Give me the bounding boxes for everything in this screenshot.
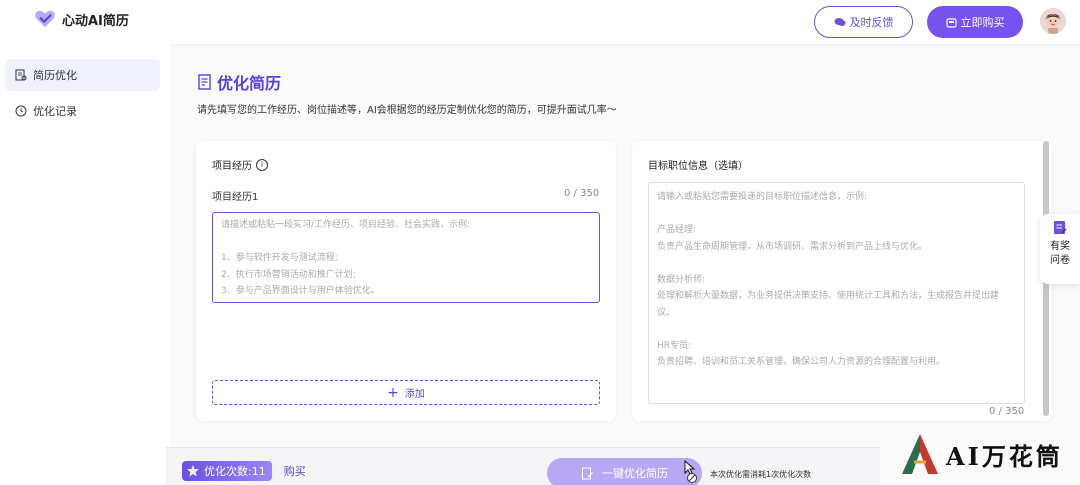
page-title: 优化简历 [197,70,281,94]
reward-line-2: 问卷 [1050,255,1070,266]
consumption-note: 本次优化需消耗1次优化次数 [710,470,812,479]
project-experience-input[interactable]: 请描述或粘贴一段实习/工作经历、项目经验、社会实践，示例: 1、参与软件开发与测… [212,212,600,303]
resume-title-icon [198,74,211,90]
reward-line-1: 有奖 [1050,241,1070,252]
add-experience-button[interactable]: + 添加 [212,380,600,405]
survey-icon [1054,221,1067,234]
quota-buy-link[interactable]: 购买 [284,463,306,479]
chat-icon [834,18,845,26]
buy-now-label: 立即购买 [960,16,1005,29]
quota-badge: 优化次数:11 [182,461,272,481]
shopping-icon [945,17,957,28]
buy-now-button[interactable]: 立即购买 [927,6,1023,38]
app-logo[interactable]: 心动AI简历 [34,9,129,29]
sidebar-item-label: 优化记录 [33,105,77,118]
card-heading: 项目经历 i [212,157,268,172]
survey-reward-button[interactable]: 有奖 问卷 [1040,214,1080,284]
project-experience-card: 项目经历 i 项目经历1 0 / 350 请描述或粘贴一段实习/工作经历、项目经… [196,141,616,421]
sidebar-item-label: 简历优化 [33,69,77,82]
feedback-button[interactable]: 及时反馈 [814,6,913,38]
document-edit-icon [582,467,593,479]
feedback-label: 及时反馈 [849,16,894,29]
history-icon [15,105,27,117]
add-label: 添加 [404,389,425,400]
quota-label: 优化次数:11 [204,465,266,478]
watermark: AI万花筒 [900,432,1063,476]
project-experience-sub-label: 项目经历1 [212,192,259,203]
target-job-heading: 目标职位信息（选填） [648,161,748,172]
sidebar: 简历优化 优化记录 [0,44,170,485]
one-click-optimize-button[interactable]: 一键优化简历 [547,458,702,485]
optimize-label: 一键优化简历 [602,467,668,480]
heart-logo-icon [35,10,55,28]
not-allowed-cursor-icon [684,460,697,483]
char-counter: 0 / 350 [564,188,600,199]
page-description: 请先填写您的工作经历、岗位描述等，AI会根据您的经历定制优化您的简历，可提升面试… [197,105,617,116]
user-avatar-icon [1040,8,1066,34]
avatar[interactable] [1040,8,1066,34]
top-header: 心动AI简历 及时反馈 立即购买 [0,0,1080,44]
target-job-card: 目标职位信息（选填） 请输入或粘贴您需要投递的目标职位描述信息，示例: 产品经理… [632,141,1052,421]
bottom-action-bar: 优化次数:11 购买 一键优化简历 本次优化需消耗1次优化次数 [166,447,880,485]
app-name: 心动AI简历 [62,13,129,29]
char-counter: 0 / 350 [989,406,1025,417]
watermark-logo-icon [902,434,938,474]
star-badge-icon [187,465,199,477]
quota-area: 优化次数:11 购买 [182,461,306,481]
info-icon[interactable]: i [256,158,268,171]
plus-icon: + [387,384,399,401]
resume-icon [15,69,27,81]
sidebar-item-resume-optimize[interactable]: 简历优化 [5,59,160,91]
page-title-text: 优化简历 [217,74,282,93]
card-heading: 目标职位信息（选填） [648,157,748,172]
sidebar-item-history[interactable]: 优化记录 [5,95,160,127]
target-job-input[interactable]: 请输入或粘贴您需要投递的目标职位描述信息，示例: 产品经理: 负责产品生命周期管… [648,182,1025,404]
watermark-text: AI万花筒 [946,441,1063,471]
project-experience-heading: 项目经历 [212,161,252,172]
